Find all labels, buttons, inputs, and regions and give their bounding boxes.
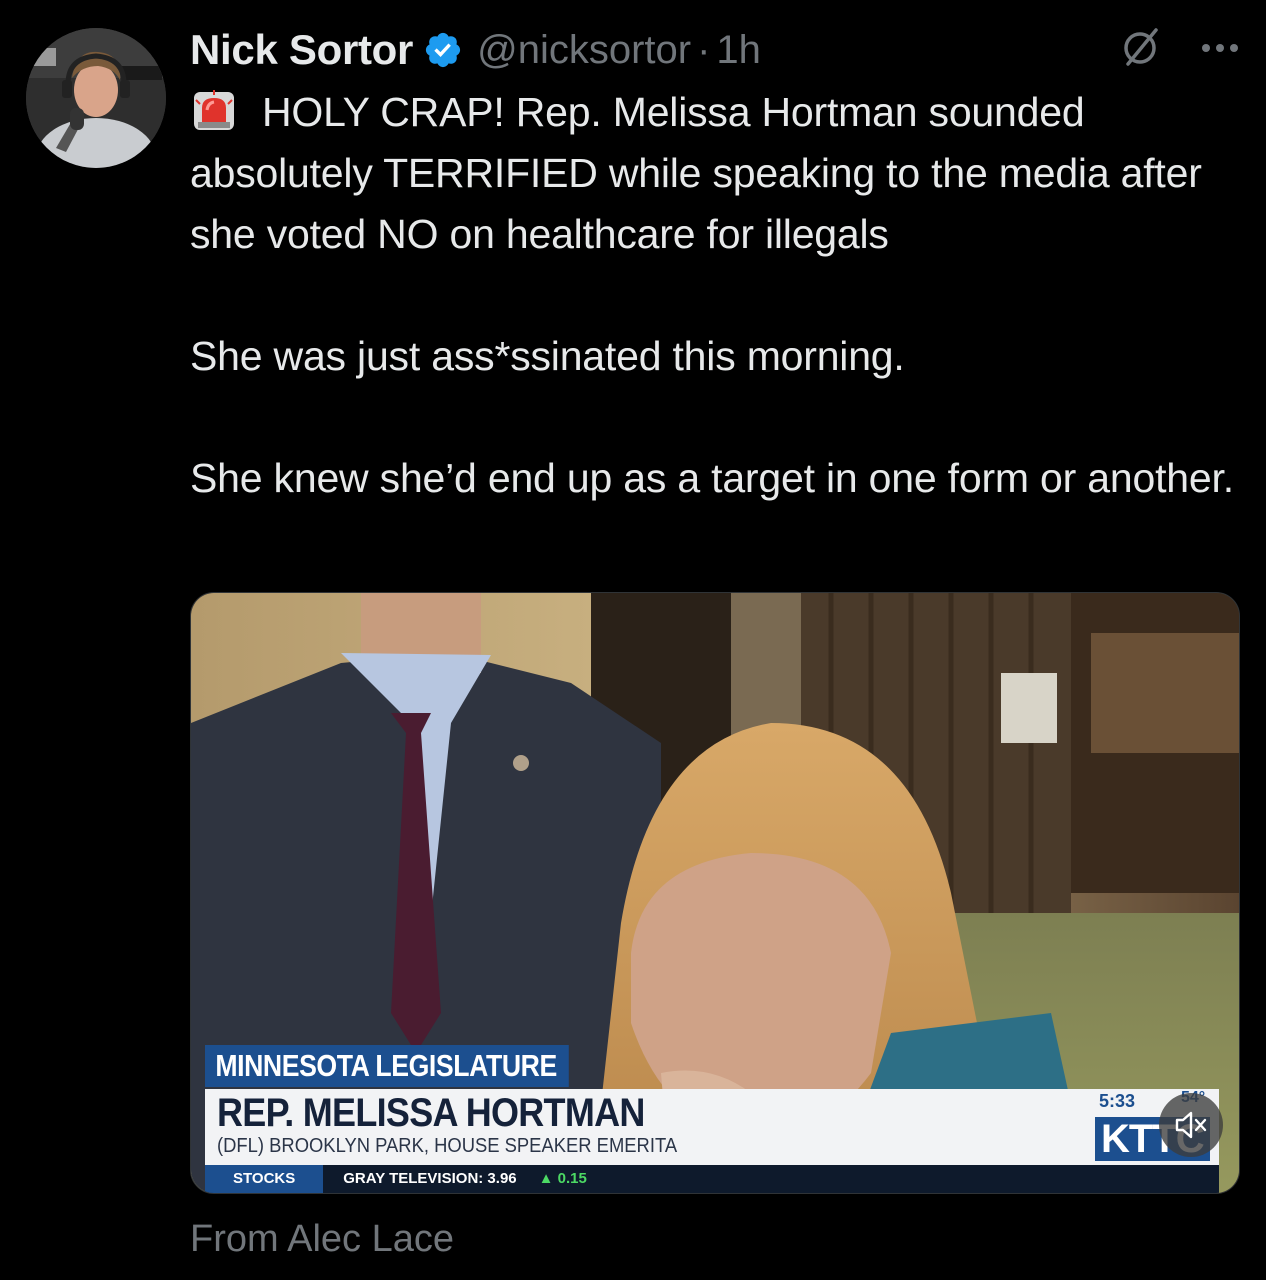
ticker-item: GRAY TELEVISION: 3.96: [343, 1170, 517, 1187]
more-options-icon[interactable]: [1200, 41, 1240, 59]
speaker-muted-icon: [1175, 1111, 1207, 1139]
tweet-line-1: HOLY CRAP! Rep. Melissa Hortman sounded …: [190, 89, 1202, 257]
broadcast-time: 5:33: [1099, 1091, 1136, 1111]
author-handle[interactable]: @nicksortor: [477, 28, 691, 73]
lower-third-subtitle: (DFL) BROOKLYN PARK, HOUSE SPEAKER EMERI…: [217, 1135, 678, 1157]
tweet-paragraph-2: She was just ass*ssinated this morning.: [190, 333, 905, 379]
separator-dot: ·: [697, 27, 711, 72]
avatar-photo-icon: [26, 28, 166, 168]
lower-third-main: REP. MELISSA HORTMAN (DFL) BROOKLYN PARK…: [205, 1089, 1219, 1165]
tweet-video[interactable]: MINNESOTA LEGISLATURE REP. MELISSA HORTM…: [190, 592, 1240, 1194]
author-avatar[interactable]: [26, 28, 166, 168]
mute-button[interactable]: [1159, 1093, 1223, 1157]
author-display-name[interactable]: Nick Sortor: [190, 26, 413, 74]
tweet-header: Nick Sortor @nicksortor · 1h: [190, 22, 1250, 78]
stock-ticker: STOCKS GRAY TELEVISION: 3.96 ▲ 0.15: [205, 1165, 1219, 1193]
siren-emoji-icon: [190, 86, 238, 134]
ticker-label: STOCKS: [205, 1165, 324, 1193]
lower-third-name: REP. MELISSA HORTMAN: [217, 1091, 645, 1135]
verified-badge-icon[interactable]: [423, 30, 463, 70]
header-actions: [1120, 26, 1240, 73]
news-lower-third: MINNESOTA LEGISLATURE REP. MELISSA HORTM…: [191, 593, 1239, 1193]
ticker-change: ▲ 0.15: [538, 1170, 587, 1187]
tweet-text: HOLY CRAP! Rep. Melissa Hortman sounded …: [190, 82, 1250, 509]
grok-icon[interactable]: [1120, 26, 1162, 73]
lower-third-topic: MINNESOTA LEGISLATURE: [205, 1045, 569, 1087]
tweet-paragraph-1: HOLY CRAP! Rep. Melissa Hortman sounded …: [190, 82, 1250, 265]
tweet-timestamp[interactable]: 1h: [716, 28, 761, 73]
video-attribution[interactable]: From Alec Lace: [190, 1218, 454, 1261]
tweet-paragraph-3: She knew she’d end up as a target in one…: [190, 455, 1234, 501]
